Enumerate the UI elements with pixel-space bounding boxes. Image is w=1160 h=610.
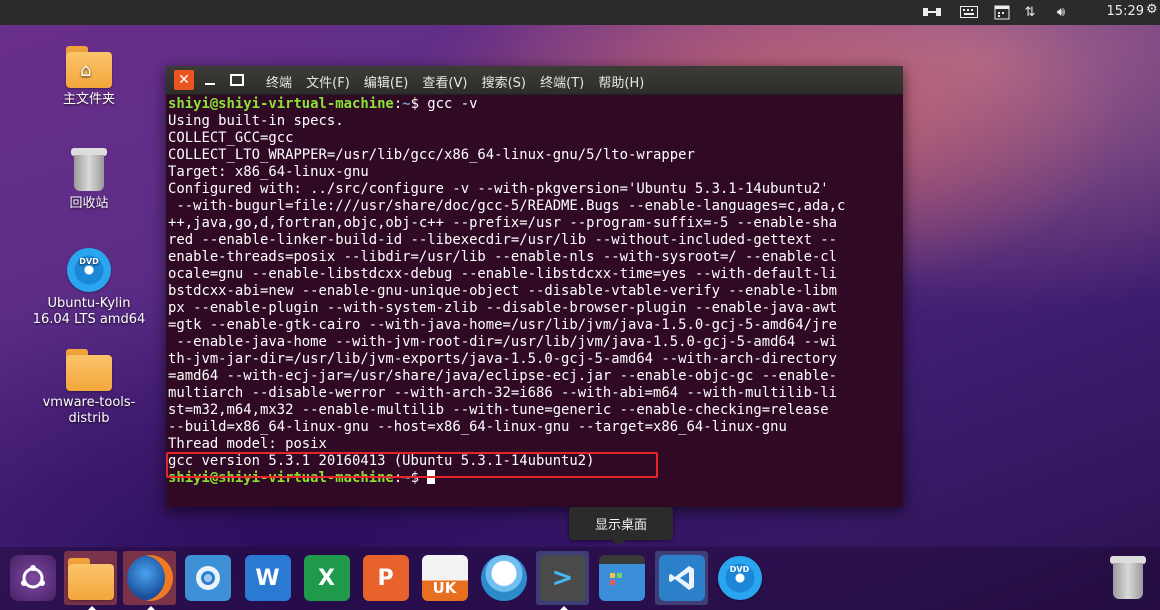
terminal-titlebar[interactable]: ✕ 终端 文件(F) 编辑(E) 查看(V) 搜索(S) 终端(T) 帮助(H) xyxy=(166,66,903,95)
output-line: ++,java,go,d,fortran,objc,obj-c++ --pref… xyxy=(168,215,838,231)
minimize-icon[interactable] xyxy=(200,70,220,90)
version-highlight-box xyxy=(166,452,658,478)
show-desktop-tooltip: 显示桌面 xyxy=(569,507,673,546)
wps-writer-icon: W xyxy=(244,555,291,601)
output-line: bstdcxx-abi=new --enable-gnu-unique-obje… xyxy=(168,283,838,299)
output-line: Target: x86_64-linux-gnu xyxy=(168,164,369,180)
output-line: ocale=gnu --enable-libstdcxx-debug --ena… xyxy=(168,266,838,282)
output-line: --enable-java-home --with-jvm-root-dir=/… xyxy=(176,334,838,350)
output-line: multiarch --disable-werror --with-arch-3… xyxy=(168,385,838,401)
menu-help[interactable]: 帮助(H) xyxy=(598,76,644,91)
output-line: =amd64 --with-ecj-jar=/usr/share/java/ec… xyxy=(168,368,838,384)
software-center-icon: UK xyxy=(421,555,468,601)
youker-assistant-icon xyxy=(480,555,527,601)
desktop-icon-dvd[interactable]: DVD Ubuntu-Kylin 16.04 LTS amd64 xyxy=(29,248,149,328)
dock-item-dvd[interactable]: DVD xyxy=(713,551,766,605)
dvd-drive-icon: DVD xyxy=(717,556,762,600)
volume-icon[interactable]: 🔊︎ xyxy=(1051,3,1071,21)
wps-presentation-icon: P xyxy=(362,555,409,601)
desktop-icon-label: Ubuntu-Kylin 16.04 LTS amd64 xyxy=(32,296,146,327)
terminal-menubar: 终端 文件(F) 编辑(E) 查看(V) 搜索(S) 终端(T) 帮助(H) xyxy=(266,72,654,91)
chromium-icon xyxy=(184,555,231,601)
desktop-icon-label: 主文件夹 xyxy=(62,92,115,107)
top-panel: ⇅ 🔊︎ 15:29 ⚙ xyxy=(0,0,1160,25)
dock-item-files[interactable] xyxy=(64,551,117,610)
trash-icon xyxy=(1109,556,1147,600)
dock-item-wps-presentation[interactable]: P xyxy=(359,551,412,605)
folder-icon xyxy=(66,347,112,391)
show-desktop-icon xyxy=(598,555,645,601)
desktop-icon-label: 回收站 xyxy=(69,196,109,211)
network-transfer-icon[interactable]: ⇅ xyxy=(1020,3,1040,21)
dock-item-wps-writer[interactable]: W xyxy=(241,551,294,605)
dock-item-youker-assistant[interactable] xyxy=(477,551,530,605)
trash-icon xyxy=(70,148,108,192)
prompt-path: ~ xyxy=(402,96,411,112)
output-line: COLLECT_GCC=gcc xyxy=(168,130,294,146)
vscode-icon xyxy=(658,555,705,601)
maximize-icon[interactable] xyxy=(227,70,247,90)
output-line: th-jvm-jar-dir=/usr/lib/jvm-exports/java… xyxy=(168,351,838,367)
dock-item-terminal[interactable]: > xyxy=(536,551,589,610)
calendar-icon[interactable] xyxy=(992,3,1012,21)
command-text: gcc -v xyxy=(427,96,478,112)
keyboard-icon[interactable] xyxy=(959,3,979,21)
dock-item-software-center[interactable]: UK xyxy=(418,551,471,605)
ubuntu-kylin-logo-icon xyxy=(9,555,56,601)
menu-file[interactable]: 文件(F) xyxy=(306,76,350,91)
menu-terminal[interactable]: 终端(T) xyxy=(540,76,584,91)
dock-item-firefox[interactable] xyxy=(123,551,176,610)
output-line: red --enable-linker-build-id --libexecdi… xyxy=(168,232,838,248)
dock-item-ubuntu-kylin[interactable] xyxy=(6,551,59,605)
dock-item-wps-spreadsheets[interactable]: X xyxy=(300,551,353,605)
desktop-icon-label: vmware-tools-distrib xyxy=(42,395,136,426)
desktop-icon-vmware-tools[interactable]: vmware-tools-distrib xyxy=(29,347,149,427)
output-line: enable-threads=posix --libdir=/usr/lib -… xyxy=(168,249,838,265)
dvd-icon: DVD xyxy=(67,248,111,292)
menu-search[interactable]: 搜索(S) xyxy=(482,76,526,91)
output-line: st=m32,m64,mx32 --enable-multilib --with… xyxy=(168,402,829,418)
terminal-output[interactable]: shiyi@shiyi-virtual-machine:~$ gcc -v Us… xyxy=(168,96,901,487)
output-line: Thread model: posix xyxy=(168,436,327,452)
network-icon[interactable] xyxy=(922,3,942,21)
output-line: --with-bugurl=file:///usr/share/doc/gcc-… xyxy=(176,198,846,214)
close-icon[interactable]: ✕ xyxy=(174,70,194,90)
desktop-icon-home-folder[interactable]: ⌂ 主文件夹 xyxy=(29,44,149,108)
dock-item-vscode[interactable] xyxy=(655,551,708,605)
firefox-icon xyxy=(126,555,173,601)
terminal-window[interactable]: ✕ 终端 文件(F) 编辑(E) 查看(V) 搜索(S) 终端(T) 帮助(H)… xyxy=(166,66,903,507)
home-folder-icon: ⌂ xyxy=(66,44,112,88)
launcher-dock: W X P UK > DVD xyxy=(0,547,1160,610)
dock-item-trash[interactable] xyxy=(1101,551,1154,605)
output-line: --build=x86_64-linux-gnu --host=x86_64-l… xyxy=(168,419,787,435)
files-folder-icon xyxy=(67,556,114,600)
dock-item-chromium[interactable] xyxy=(181,551,234,605)
desktop-icon-trash[interactable]: 回收站 xyxy=(29,148,149,212)
wps-spreadsheets-icon: X xyxy=(303,555,350,601)
menu-view[interactable]: 查看(V) xyxy=(422,76,467,91)
output-line: Configured with: ../src/configure -v --w… xyxy=(168,181,829,197)
menu-edit[interactable]: 编辑(E) xyxy=(364,76,408,91)
output-line: =gtk --enable-gtk-cairo --with-java-home… xyxy=(168,317,838,333)
output-line: Using built-in specs. xyxy=(168,113,344,129)
clock[interactable]: 15:29 xyxy=(1107,4,1144,19)
terminal-launcher-icon: > xyxy=(539,555,586,601)
dock-item-show-desktop[interactable] xyxy=(595,551,648,605)
settings-gear-icon[interactable]: ⚙ xyxy=(1146,2,1160,22)
prompt-user: shiyi@shiyi-virtual-machine xyxy=(168,96,394,112)
output-line: COLLECT_LTO_WRAPPER=/usr/lib/gcc/x86_64-… xyxy=(168,147,695,163)
output-line: px --enable-plugin --with-system-zlib --… xyxy=(168,300,838,316)
window-title: 终端 xyxy=(266,76,293,91)
output-lines: Using built-in specs. COLLECT_GCC=gcc CO… xyxy=(168,113,845,452)
